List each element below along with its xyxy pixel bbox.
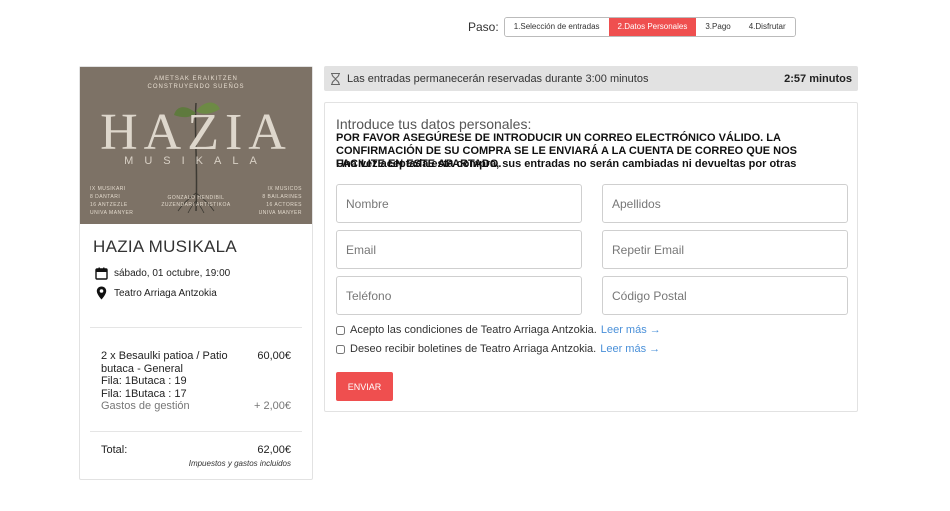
total-value: 62,00€ — [257, 444, 291, 456]
steps-label: Paso: — [468, 20, 499, 34]
order-item-desc: 2 x Besaulki patioa / Patio butaca - Gen… — [101, 350, 228, 375]
total-row: Total: 62,00€ — [101, 444, 291, 456]
repeat-email-field[interactable] — [602, 230, 848, 269]
postal-code-field[interactable] — [602, 276, 848, 315]
event-date-text: sábado, 01 octubre, 19:00 — [114, 267, 231, 279]
poster-tagline-eu: AMETSAK ERAIKITZEN — [154, 76, 238, 82]
nombre-field[interactable] — [336, 184, 582, 223]
poster-credit: UNIVA MANYER — [258, 210, 302, 216]
poster-credit: UNIVA MANYER — [90, 210, 134, 216]
no-refund-note: Una vez aceptada esta compra, sus entrad… — [336, 158, 797, 170]
personal-data-form: Introduce tus datos personales: POR FAVO… — [324, 102, 858, 412]
poster-tagline: AMETSAK ERAIKITZEN CONSTRUYENDO SUEÑOS — [80, 75, 312, 91]
step-datos-personales[interactable]: 2.Datos Personales — [608, 18, 697, 36]
submit-button[interactable]: ENVIAR — [336, 372, 393, 401]
terms-read-more-link[interactable]: Leer más → — [601, 324, 661, 336]
terms-text: Acepto las condiciones de Teatro Arriaga… — [350, 324, 597, 336]
newsletter-row: Deseo recibir boletines de Teatro Arriag… — [336, 343, 660, 355]
newsletter-read-more-link[interactable]: Leer más → — [600, 343, 660, 355]
fees-value: + 2,00€ — [253, 400, 291, 412]
taxes-note: Impuestos y gastos incluidos — [188, 459, 291, 468]
apellidos-field[interactable] — [602, 184, 848, 223]
steps-box: 1.Selección de entradas 2.Datos Personal… — [503, 17, 796, 37]
poster-credits-right: IX MUSICOS 8 BAILARINES 16 ACTORES UNIVA… — [259, 185, 302, 217]
event-venue-text: Teatro Arriaga Antzokia — [114, 287, 217, 299]
divider — [90, 431, 302, 432]
reservation-timer: Las entradas permanecerán reservadas dur… — [324, 66, 858, 91]
terms-row: Acepto las condiciones de Teatro Arriaga… — [336, 324, 661, 336]
poster-credit: IX MUSICOS — [267, 186, 302, 192]
poster-tagline-es: CONSTRUYENDO SUEÑOS — [147, 84, 245, 90]
poster-credit: 8 BAILARINES — [262, 194, 302, 200]
form-heading: Introduce tus datos personales: — [336, 116, 532, 132]
poster-credit: IX MUSIKARI — [90, 186, 126, 192]
poster-title: HAZIA — [100, 104, 292, 161]
fees-row: Gastos de gestión + 2,00€ — [101, 400, 291, 413]
poster-credit: 16 ACTORES — [266, 202, 302, 208]
event-poster: AMETSAK ERAIKITZEN CONSTRUYENDO SUEÑOS H… — [80, 67, 312, 224]
order-item-row: 2 x Besaulki patioa / Patio butaca - Gen… — [101, 350, 291, 375]
seat-line: Fila: 1Butaca : 19 — [101, 375, 187, 387]
step-pago[interactable]: 3.Pago — [696, 18, 740, 36]
newsletter-checkbox[interactable] — [336, 344, 345, 354]
timer-text: Las entradas permanecerán reservadas dur… — [347, 72, 649, 85]
step-disfrutar[interactable]: 4.Disfrutar — [739, 18, 795, 36]
event-title: HAZIA MUSIKALA — [93, 237, 238, 256]
total-label: Total: — [101, 444, 128, 456]
hourglass-icon — [330, 72, 342, 85]
order-item-price: 60,00€ — [257, 350, 291, 362]
map-pin-icon — [94, 286, 108, 300]
step-seleccion[interactable]: 1.Selección de entradas — [504, 18, 609, 36]
calendar-icon — [94, 266, 108, 280]
event-summary-card: AMETSAK ERAIKITZEN CONSTRUYENDO SUEÑOS H… — [79, 66, 313, 480]
fees-label: Gastos de gestión — [101, 400, 190, 412]
event-venue: Teatro Arriaga Antzokia — [94, 286, 217, 300]
seat-line: Fila: 1Butaca : 17 — [101, 387, 187, 400]
divider — [90, 327, 302, 328]
newsletter-text: Deseo recibir boletines de Teatro Arriag… — [350, 343, 597, 355]
poster-subtitle: MUSIKALA — [124, 155, 268, 167]
email-field[interactable] — [336, 230, 582, 269]
timer-countdown: 2:57 minutos — [784, 72, 852, 85]
order-summary: 2 x Besaulki patioa / Patio butaca - Gen… — [101, 350, 291, 413]
event-date: sábado, 01 octubre, 19:00 — [94, 266, 230, 280]
phone-field[interactable] — [336, 276, 582, 315]
steps-nav: Paso: 1.Selección de entradas 2.Datos Pe… — [468, 17, 796, 37]
terms-checkbox[interactable] — [336, 325, 345, 335]
